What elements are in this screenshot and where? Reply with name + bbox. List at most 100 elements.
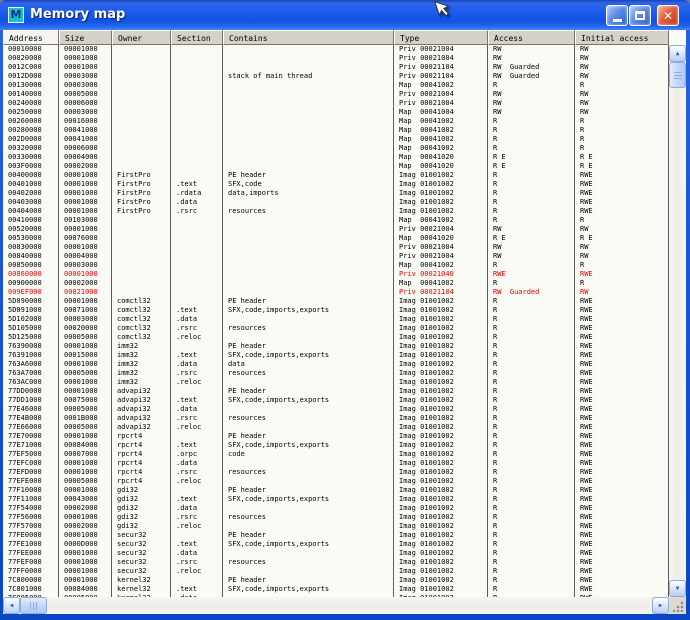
table-row[interactable]: 0012D00000003000stack of main threadPriv…	[3, 72, 669, 81]
table-row[interactable]: 7C80000000001000kernel32PE headerImag 01…	[3, 576, 669, 585]
resize-grip[interactable]	[669, 597, 686, 614]
horizontal-scrollbar[interactable]: ◀ ▶	[3, 597, 669, 614]
cell-type: Imag 01001002	[394, 315, 488, 324]
table-row[interactable]: 77DD000000001000advapi32PE headerImag 01…	[3, 387, 669, 396]
table-row[interactable]: 0084000000004000Priv 00021004RWRW	[3, 252, 669, 261]
table-row[interactable]: 77DD100000075000advapi32.textSFX,code,im…	[3, 396, 669, 405]
table-row[interactable]: 009EF00000021000Priv 00021104RW GuardedR…	[3, 288, 669, 297]
cell-address: 00020000	[3, 54, 59, 63]
column-header-address[interactable]: Address	[3, 30, 59, 45]
column-header-contains[interactable]: Contains	[223, 30, 394, 45]
cell-initial: RW	[575, 63, 669, 72]
vertical-scrollbar[interactable]: ▲ ▼	[669, 45, 686, 597]
table-row[interactable]: 0083000000001000Priv 00021004RWRW	[3, 243, 669, 252]
column-header-type[interactable]: Type	[394, 30, 488, 45]
table-row[interactable]: 0086000000001000Priv 00021040RWERWE	[3, 270, 669, 279]
table-row[interactable]: 7C80100000084000kernel32.textSFX,code,im…	[3, 585, 669, 594]
table-row[interactable]: 0013000000003000Map 00041002RR	[3, 81, 669, 90]
table-row[interactable]: 0014000000005000Priv 00021004RWRW	[3, 90, 669, 99]
table-row[interactable]: 0053000000076000Map 00041020R ER E	[3, 234, 669, 243]
table-row[interactable]: 7639100000015000imm32.textSFX,code,impor…	[3, 351, 669, 360]
table-row[interactable]: 0026000000016000Map 00041002RR	[3, 117, 669, 126]
cell-access: RW	[488, 90, 575, 99]
cell-size: 0000D000	[59, 540, 112, 549]
table-row[interactable]: 763A600000001000imm32.datadataImag 01001…	[3, 360, 669, 369]
column-header-access[interactable]: Access	[488, 30, 575, 45]
cell-address: 763AC000	[3, 378, 59, 387]
table-row[interactable]: 763AC00000001000imm32.relocImag 01001002…	[3, 378, 669, 387]
table-row[interactable]: 77FEE00000001000secur32.dataImag 0100100…	[3, 549, 669, 558]
table-row[interactable]: 0040300000001000FirstPro.dataImag 010010…	[3, 198, 669, 207]
scroll-right-button[interactable]: ▶	[652, 597, 669, 614]
cell-access: R	[488, 315, 575, 324]
cell-access: RW	[488, 225, 575, 234]
table-row[interactable]: 0033000000004000Map 00041020R ER E	[3, 153, 669, 162]
table-row[interactable]: 0052000000001000Priv 00021004RWRW	[3, 225, 669, 234]
table-row[interactable]: 77F5700000002000gdi32.relocImag 01001002…	[3, 522, 669, 531]
column-header-section[interactable]: Section	[171, 30, 223, 45]
table-row[interactable]: 0024000000006000Priv 00021004RWRW	[3, 99, 669, 108]
table-row[interactable]: 77FF000000001000secur32.relocImag 010010…	[3, 567, 669, 576]
table-row[interactable]: 0001000000001000Priv 00021004RWRW	[3, 45, 669, 54]
column-header-size[interactable]: Size	[59, 30, 112, 45]
horizontal-scroll-thumb[interactable]	[20, 597, 47, 614]
table-row[interactable]: 5D12500000005000comctl32.relocImag 01001…	[3, 333, 669, 342]
table-row[interactable]: 0032000000006000Map 00041002RR	[3, 144, 669, 153]
table-row[interactable]: 77E4B0000001B000advapi32.rsrcresourcesIm…	[3, 414, 669, 423]
table-row[interactable]: 7639000000001000imm32PE headerImag 01001…	[3, 342, 669, 351]
cell-address: 763A7000	[3, 369, 59, 378]
table-row[interactable]: 0041000000103000Map 00041002RR	[3, 216, 669, 225]
table-row[interactable]: 0040000000001000FirstProPE headerImag 01…	[3, 171, 669, 180]
table-row[interactable]: 0012C00000001000Priv 00021104RW GuardedR…	[3, 63, 669, 72]
table-row[interactable]: 77FEF00000001000secur32.rsrcresourcesIma…	[3, 558, 669, 567]
scroll-left-button[interactable]: ◀	[3, 597, 20, 614]
table-row[interactable]: 77E7100000084000rpcrt4.textSFX,code,impo…	[3, 441, 669, 450]
minimize-button[interactable]	[606, 5, 628, 26]
table-row[interactable]: 0085000000003000Map 00041002RR	[3, 261, 669, 270]
column-header-initial[interactable]: Initial access	[575, 30, 669, 45]
table-row[interactable]: 0040400000001000FirstPro.rsrcresourcesIm…	[3, 207, 669, 216]
maximize-button[interactable]	[629, 5, 651, 26]
table-row[interactable]: 77F5400000002000gdi32.dataImag 01001002R…	[3, 504, 669, 513]
cell-owner: secur32	[112, 567, 171, 576]
table-row[interactable]: 77EFC00000001000rpcrt4.dataImag 01001002…	[3, 459, 669, 468]
table-row[interactable]: 002D000000041000Map 00041002RR	[3, 135, 669, 144]
table-row[interactable]: 77F1000000001000gdi32PE headerImag 01001…	[3, 486, 669, 495]
table-row[interactable]: 0028000000041000Map 00041002RR	[3, 126, 669, 135]
table-row[interactable]: 77EF500000007000rpcrt4.orpccodeImag 0100…	[3, 450, 669, 459]
table-row[interactable]: 0040100000001000FirstPro.textSFX,codeIma…	[3, 180, 669, 189]
table-row[interactable]: 5D09100000071000comctl32.textSFX,code,im…	[3, 306, 669, 315]
cell-section: .data	[171, 198, 223, 207]
close-button[interactable]: ✕	[657, 5, 679, 26]
titlebar[interactable]: M Memory map ✕	[0, 0, 690, 30]
table-row[interactable]: 77EFD00000001000rpcrt4.rsrcresourcesImag…	[3, 468, 669, 477]
table-row[interactable]: 77FE10000000D000secur32.textSFX,code,imp…	[3, 540, 669, 549]
cell-access: R	[488, 387, 575, 396]
table-row[interactable]: 77E6600000005000advapi32.relocImag 01001…	[3, 423, 669, 432]
cell-owner: rpcrt4	[112, 432, 171, 441]
table-row[interactable]: 77F5600000001000gdi32.rsrcresourcesImag …	[3, 513, 669, 522]
table-row[interactable]: 77F1100000043000gdi32.textSFX,code,impor…	[3, 495, 669, 504]
table-row[interactable]: 0090000000002000Map 00041002RR	[3, 279, 669, 288]
scroll-up-button[interactable]: ▲	[669, 45, 686, 62]
table-row[interactable]: 77EFE00000005000rpcrt4.relocImag 0100100…	[3, 477, 669, 486]
vertical-scroll-thumb[interactable]	[669, 62, 686, 88]
table-row[interactable]: 5D09000000001000comctl32PE headerImag 01…	[3, 297, 669, 306]
table-row[interactable]: 77E4600000005000advapi32.dataImag 010010…	[3, 405, 669, 414]
table-row[interactable]: 77E7000000001000rpcrt4PE headerImag 0100…	[3, 432, 669, 441]
cell-address: 00130000	[3, 81, 59, 90]
table-row[interactable]: 77FE000000001000secur32PE headerImag 010…	[3, 531, 669, 540]
table-row[interactable]: 0025000000003000Map 00041004RWRW	[3, 108, 669, 117]
table-row[interactable]: 5D10500000020000comctl32.rsrcresourcesIm…	[3, 324, 669, 333]
cell-access: R	[488, 306, 575, 315]
cell-section: .reloc	[171, 567, 223, 576]
column-header-owner[interactable]: Owner	[112, 30, 171, 45]
table-row[interactable]: 0002000000001000Priv 00021004RWRW	[3, 54, 669, 63]
cell-owner	[112, 261, 171, 270]
table-row[interactable]: 0040200000001000FirstPro.rdatadata,impor…	[3, 189, 669, 198]
scroll-down-button[interactable]: ▼	[669, 580, 686, 597]
table-row[interactable]: 5D10200000003000comctl32.dataImag 010010…	[3, 315, 669, 324]
table-row[interactable]: 003F000000002000Map 00041020R ER E	[3, 162, 669, 171]
table-row[interactable]: 763A700000005000imm32.rsrcresourcesImag …	[3, 369, 669, 378]
cell-size: 00015000	[59, 351, 112, 360]
